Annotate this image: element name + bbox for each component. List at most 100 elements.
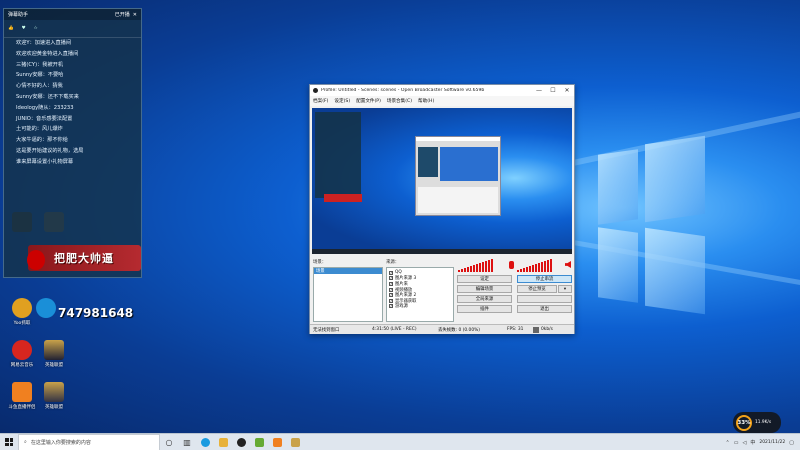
settings-button[interactable]: 设定 xyxy=(457,275,512,283)
notification-icon[interactable]: ▢ xyxy=(789,440,794,446)
minimize-icon[interactable]: — xyxy=(532,87,546,94)
chat-message: 这是要开始建议的礼物，选局 xyxy=(16,147,84,154)
chat-message: 欢迎Y：加速进入直播间 xyxy=(16,40,72,46)
menu-settings[interactable]: 设定(S) xyxy=(334,98,350,104)
status-indicator-icon xyxy=(533,327,539,333)
cpu-percent: 33% xyxy=(736,414,752,431)
sources-list[interactable]: ✓ QQ ✓ 图片来源 3 ✓ 图片来 ✓ 视频播放 ✓ 图片来源 2 ✓ 显示器获取 ✓ 游… xyxy=(386,267,454,322)
menu-scene-collection[interactable]: 场景合集(C) xyxy=(387,98,412,104)
obs-window[interactable]: Profile: Untitled - Scenes: scenes - Ope… xyxy=(309,84,575,334)
chat-message: 三猪(CY)：我被开机 xyxy=(16,61,64,68)
status-bitrate: 0kb/s xyxy=(541,327,553,332)
status-fps: FPS: 31 xyxy=(507,327,524,332)
edit-scene-button[interactable]: 编辑场景 xyxy=(457,285,512,293)
desktop-icon-label: 英雄联盟 xyxy=(45,363,63,368)
menu-help[interactable]: 帮助(H) xyxy=(418,98,434,104)
chat-header: 弹幕助手 已开播 ✕ xyxy=(4,9,141,20)
chat-room-name: 弹幕助手 xyxy=(8,12,29,18)
desktop-audio-meter xyxy=(458,258,493,272)
clock[interactable]: 2021/11/22 xyxy=(759,440,785,446)
chat-stats-bar: 👍 ♥ ☆ xyxy=(4,20,141,38)
league-of-legends-icon xyxy=(44,340,64,360)
blank-button[interactable] xyxy=(517,295,572,303)
obs-taskbar-icon[interactable] xyxy=(232,434,250,450)
desktop-icon[interactable]: 英雄联盟 xyxy=(38,340,70,368)
checkbox[interactable]: ✓ xyxy=(389,281,393,286)
clock-date: 2021/11/22 xyxy=(759,439,786,445)
stop-stream-button[interactable]: 停止串流 xyxy=(517,275,572,283)
windows-icon xyxy=(5,438,13,446)
checkbox[interactable]: ✓ xyxy=(389,270,393,275)
global-sources-button[interactable]: 全局来源 xyxy=(457,295,512,303)
obs-control-panels: 场景： 来源： 场景 ✓ QQ ✓ 图片来源 3 ✓ 图片来 ✓ 视频播放 ✓ 图片来源 … xyxy=(312,256,572,323)
maximize-icon[interactable]: ☐ xyxy=(546,87,560,94)
edge-icon[interactable] xyxy=(196,434,214,450)
scene-item[interactable]: 场景 xyxy=(314,268,382,274)
desktop-icon-label: Yoo抓取 xyxy=(13,321,31,326)
checkbox[interactable]: ✓ xyxy=(389,276,393,281)
network-speed-widget[interactable]: 33% 11.9K/s xyxy=(733,412,781,433)
qq-penguin-icon xyxy=(36,298,56,318)
douyu-taskbar-icon[interactable] xyxy=(268,434,286,450)
volume-icon[interactable]: ◁ xyxy=(742,440,746,446)
preview-dropdown-button[interactable]: ▾ xyxy=(558,285,572,293)
windows-logo-pane xyxy=(598,149,638,225)
obs-titlebar[interactable]: Profile: Untitled - Scenes: scenes - Ope… xyxy=(310,85,574,96)
scenes-list[interactable]: 场景 xyxy=(313,267,383,322)
windows-logo-pane xyxy=(645,135,705,223)
chat-message: 心情不好的人：猜我 xyxy=(16,83,63,90)
file-explorer-icon[interactable] xyxy=(214,434,232,450)
status-dropped-frames: 丢失帧数: 0 (0.00%) xyxy=(438,328,481,333)
ime-icon[interactable]: 中 xyxy=(750,439,755,446)
start-button[interactable] xyxy=(0,434,18,450)
menu-file[interactable]: 档案(F) xyxy=(313,98,328,104)
search-placeholder: 在这里输入你要搜索的内容 xyxy=(30,439,91,446)
desktop-icon[interactable]: 英雄联盟 xyxy=(38,382,70,410)
chevron-up-icon[interactable]: ⌃ xyxy=(726,440,730,446)
chevron-down-icon: ▾ xyxy=(563,286,567,292)
close-icon[interactable]: ✕ xyxy=(560,87,574,94)
taskbar-search[interactable]: ⌕ 在这里输入你要搜索的内容 xyxy=(18,433,160,450)
app-taskbar-icon[interactable] xyxy=(250,434,268,450)
mic-audio-meter xyxy=(517,258,552,272)
douyu-icon xyxy=(12,382,32,402)
checkbox[interactable]: ✓ xyxy=(389,293,393,298)
source-item[interactable]: ✓ 游戏源 xyxy=(387,304,453,309)
gift-icon: ☆ xyxy=(33,26,38,31)
windows-logo-pane xyxy=(598,227,638,303)
close-icon[interactable]: ✕ xyxy=(133,12,137,18)
chat-message-list: 欢迎Y：加速进入直播间 欢迎欢迎黄金特进入直播间 三猪(CY)：我被开机 Sun… xyxy=(4,38,141,168)
obs-preview[interactable] xyxy=(312,108,572,254)
app-taskbar-icon[interactable] xyxy=(286,434,304,450)
checkbox[interactable]: ✓ xyxy=(389,304,393,309)
network-icon[interactable]: ▭ xyxy=(734,440,739,446)
stop-preview-button[interactable]: 停止预览 xyxy=(517,285,557,293)
plugins-button[interactable]: 插件 xyxy=(457,305,512,313)
microphone-icon[interactable] xyxy=(509,261,514,269)
fans-icon: ♥ xyxy=(21,26,26,31)
chat-message: Sunny安娜：不要哈 xyxy=(16,72,64,79)
desktop-icon-label: 网易云音乐 xyxy=(10,363,34,368)
exit-button[interactable]: 退出 xyxy=(517,305,572,313)
windows-logo-pane xyxy=(645,227,705,315)
obs-logo-icon xyxy=(313,88,318,93)
netease-music-icon xyxy=(12,340,32,360)
checkbox[interactable]: ✓ xyxy=(389,298,393,303)
preview-chat xyxy=(315,112,361,198)
cortana-icon[interactable]: ○ xyxy=(160,434,178,450)
chat-message: 欢迎欢迎黄金特进入直播间 xyxy=(16,50,79,57)
task-view-icon[interactable]: ▥ xyxy=(178,434,196,450)
speaker-icon[interactable] xyxy=(565,261,571,268)
danmaku-chat-window[interactable]: 弹幕助手 已开播 ✕ 👍 ♥ ☆ 欢迎Y：加速进入直播间 欢迎欢迎黄金特进入直播… xyxy=(3,8,142,278)
menu-profiles[interactable]: 配置文件(P) xyxy=(356,98,381,104)
desktop-icon[interactable]: 斗鱼直播伴侣 xyxy=(6,382,38,410)
obs-menubar: 档案(F) 设定(S) 配置文件(P) 场景合集(C) 帮助(H) xyxy=(310,96,574,106)
desktop-icon-label: 英雄联盟 xyxy=(45,405,63,410)
desktop-icon[interactable]: 网易云音乐 xyxy=(6,340,38,368)
preview-banner xyxy=(324,194,362,202)
chat-message: JUNIO：音乐感要法配置 xyxy=(16,115,73,122)
chat-message: Ideology随从：233233 xyxy=(16,104,74,111)
live-status: 已开播 xyxy=(114,12,130,18)
checkbox[interactable]: ✓ xyxy=(389,287,393,292)
desktop-icon-label: 斗鱼直播伴侣 xyxy=(8,405,36,410)
